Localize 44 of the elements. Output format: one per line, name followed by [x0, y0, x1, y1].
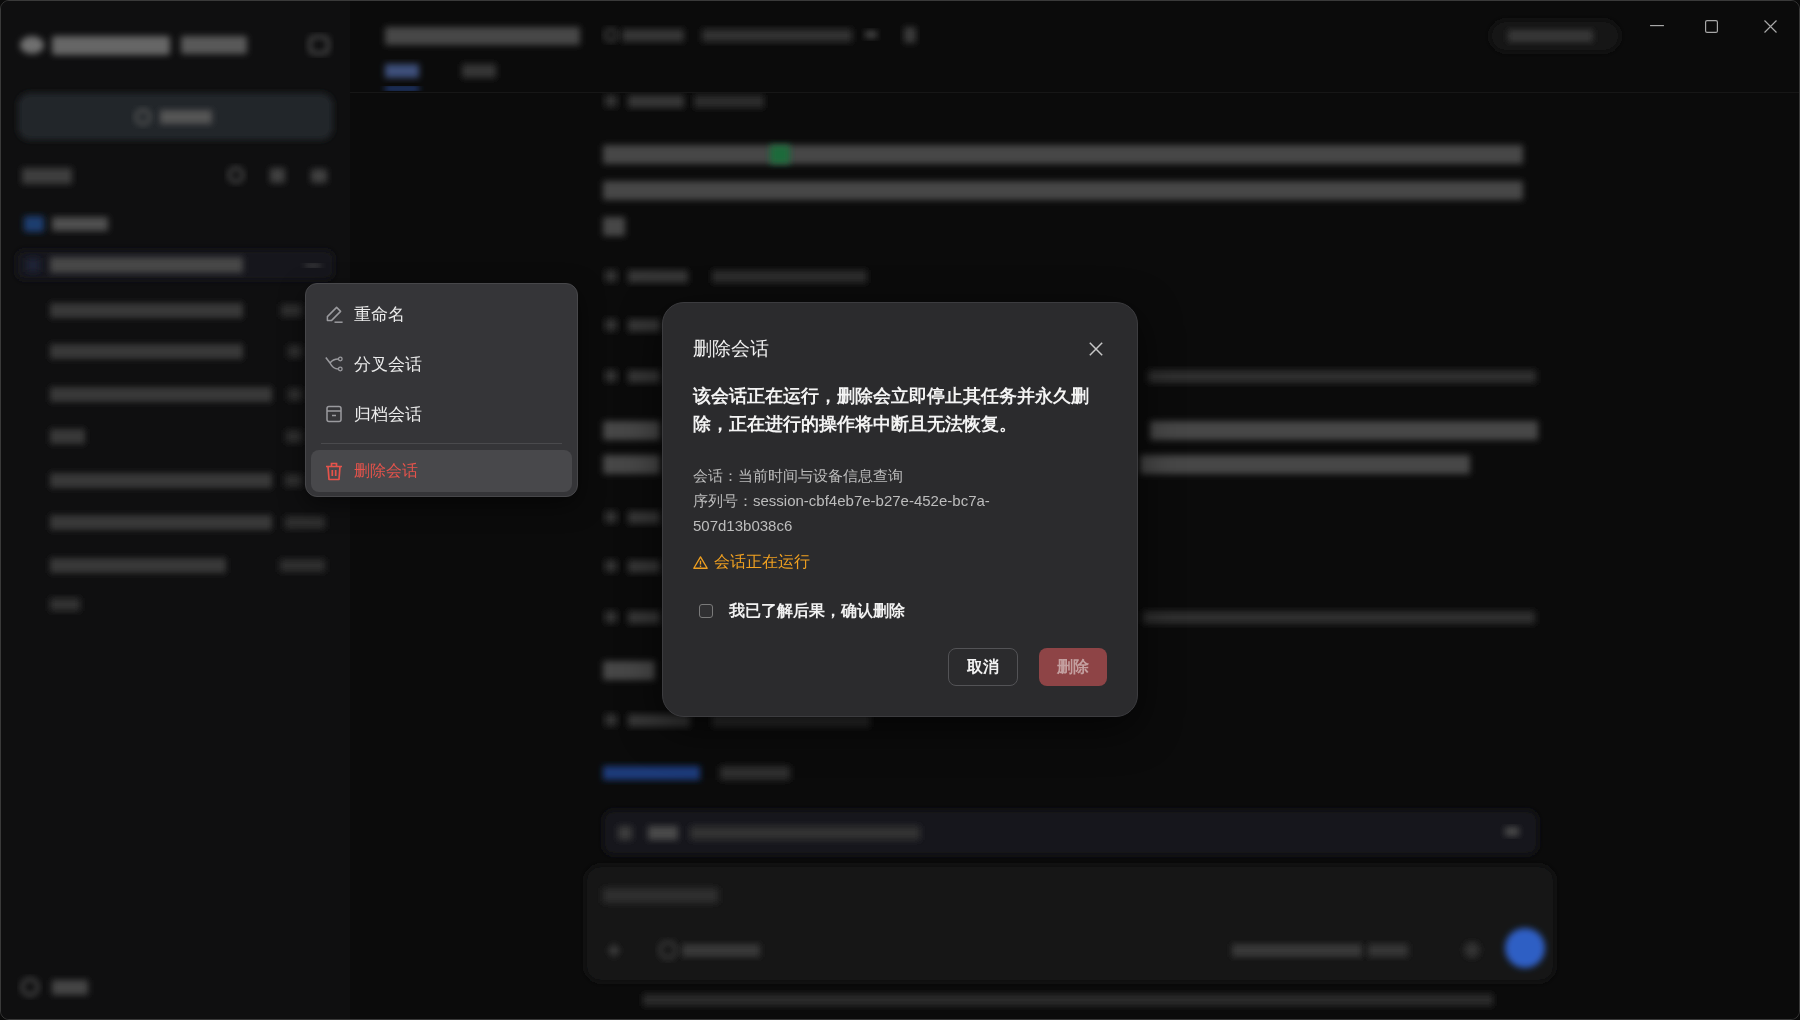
dialog-title: 删除会话 — [693, 337, 769, 361]
confirm-label[interactable]: 我已了解后果，确认删除 — [729, 599, 905, 623]
blurred-circle-icon — [227, 166, 245, 184]
maximize-icon[interactable] — [1705, 19, 1718, 33]
blurred-square-icon — [605, 511, 617, 523]
trash-icon — [325, 461, 343, 481]
blurred-square-icon — [618, 826, 632, 840]
blurred-square-icon — [308, 35, 330, 55]
warning-text: 会话正在运行 — [714, 552, 810, 572]
menu-item[interactable]: 重命名 — [311, 293, 572, 335]
menu-item[interactable]: 归档会话 — [311, 393, 572, 435]
menu-item[interactable]: 分叉会话 — [311, 343, 572, 385]
blurred-square-icon — [770, 145, 790, 164]
blurred-square-icon — [270, 168, 285, 183]
blurred-caret-icon — [865, 31, 877, 38]
minimize-icon[interactable] — [1650, 25, 1664, 27]
blurred-circle-icon — [1505, 928, 1545, 968]
blurred-square-icon — [605, 270, 617, 282]
pencil-icon — [325, 305, 343, 323]
blurred-square-icon — [605, 560, 617, 572]
blurred-square-icon — [605, 319, 617, 331]
confirm-checkbox[interactable] — [699, 604, 713, 618]
blurred-plus-icon — [606, 943, 622, 958]
blurred-logo-icon — [20, 36, 44, 54]
blurred-square-icon — [605, 370, 617, 382]
blurred-circle-icon — [1464, 942, 1480, 958]
cancel-button[interactable]: 取消 — [948, 648, 1018, 686]
close-icon[interactable] — [1089, 342, 1103, 356]
blurred-tab-underline — [385, 87, 419, 90]
blurred-badge — [181, 36, 247, 54]
blurred-caret-icon — [1505, 827, 1519, 836]
blurred-square-icon — [904, 27, 916, 43]
blurred-square-icon — [311, 169, 327, 183]
dialog-message: 该会话正在运行，删除会立即停止其任务并永久删除，正在进行的操作将中断且无法恢复。 — [693, 385, 1090, 436]
session-detail: 序列号：session-cbf4eb7e-b27e-452e-bc7a-507d13b038c6 — [693, 491, 991, 536]
warning-icon — [693, 555, 708, 569]
blurred-folder-icon — [24, 216, 44, 232]
blurred-square-icon — [605, 714, 617, 726]
blurred-square-icon — [605, 611, 617, 623]
branch-icon — [325, 355, 343, 373]
blurred-square-icon — [605, 95, 617, 107]
session-detail: 会话：当前时间与设备信息查询 — [693, 466, 904, 486]
window-close-icon[interactable] — [1764, 19, 1777, 33]
archive-box-icon — [325, 405, 343, 423]
